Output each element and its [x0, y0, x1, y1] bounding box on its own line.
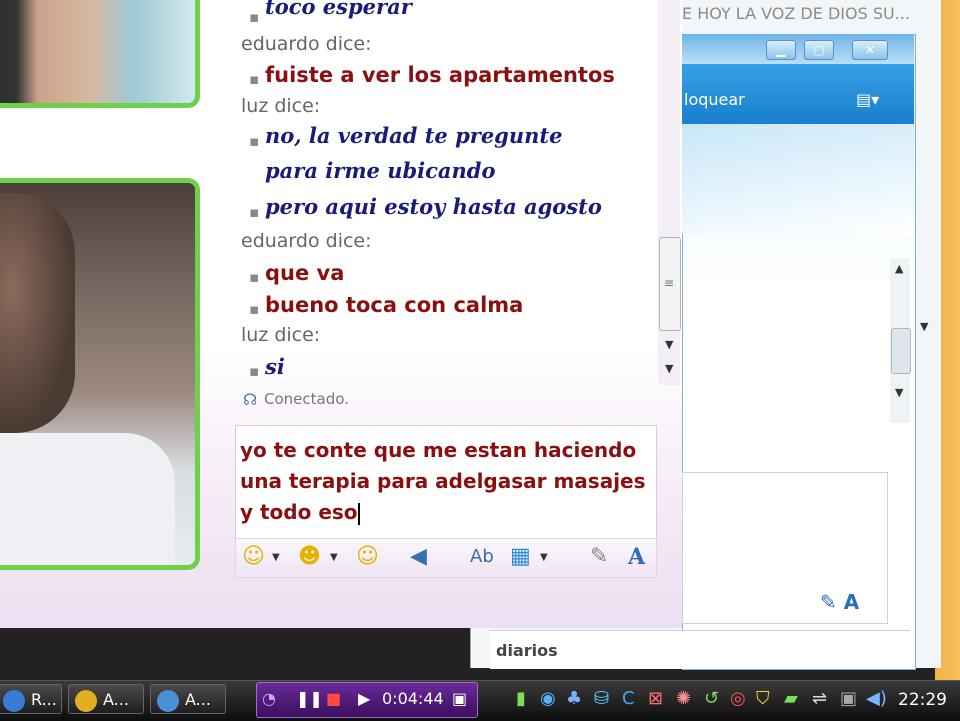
font-icon[interactable]: Ab — [470, 545, 494, 569]
back-window-title: E HOY LA VOZ DE DIOS SU... — [682, 4, 910, 23]
nudge-icon[interactable]: ◀ — [410, 545, 427, 569]
bullet-icon: ▪ — [249, 8, 260, 26]
player-logo-icon: ◔ — [262, 689, 276, 708]
message-input-text[interactable]: yo te conte que me estan haciendo una te… — [240, 435, 650, 528]
sender-line: eduardo dice: — [241, 33, 372, 55]
sender-line: luz dice: — [241, 95, 321, 117]
webcam-status-icon: ☊ — [243, 390, 258, 409]
back-window-banner — [682, 124, 914, 234]
wink-icon[interactable]: ☻ — [298, 545, 321, 569]
sender-line: eduardo dice: — [241, 230, 372, 252]
scroll-grip-icon: ≡ — [664, 276, 675, 290]
chat-message: no, la verdad te pregunte — [265, 123, 563, 148]
clock[interactable]: 22:29 — [898, 690, 947, 710]
app-icon — [157, 689, 179, 712]
network-icon[interactable]: ◉ — [540, 688, 556, 710]
play-icon[interactable]: ▶ — [358, 686, 370, 712]
updater-icon[interactable]: ↺ — [704, 688, 719, 710]
chat-message: si — [265, 354, 285, 379]
stop-icon[interactable]: ■ — [326, 686, 341, 712]
wink-dropdown-icon[interactable]: ▼ — [330, 552, 338, 563]
taskbar-item-label: A... — [185, 690, 211, 709]
maximize-button[interactable]: ▢ — [804, 40, 834, 60]
text-style-icon[interactable]: A — [628, 545, 645, 569]
antivirus-icon[interactable]: ✺ — [676, 688, 691, 710]
player-menu-icon[interactable]: ▣ — [452, 686, 467, 712]
winks-icon[interactable]: ☺ — [356, 545, 379, 569]
connection-icon[interactable]: ⛁ — [594, 688, 609, 710]
target-icon[interactable]: ◎ — [730, 688, 746, 710]
webcam-shirt — [0, 433, 175, 565]
handwriting-icon[interactable]: ✎ — [590, 545, 608, 569]
background-dropdown-icon[interactable]: ▼ — [540, 552, 548, 563]
pause-icon[interactable]: ❚❚ — [296, 686, 323, 712]
nvidia-icon[interactable]: ▰ — [784, 688, 798, 710]
bullet-icon: ▪ — [249, 362, 260, 380]
chat-message: pero aqui estoy hasta agosto — [265, 194, 602, 219]
webcam-face — [0, 193, 75, 433]
bullet-icon: ▪ — [249, 70, 260, 88]
scroll-up-icon[interactable]: ▲ — [895, 262, 903, 275]
close-button[interactable]: ✕ — [852, 40, 888, 60]
volume-icon[interactable]: ◀) — [866, 688, 887, 710]
block-button[interactable]: loquear — [684, 90, 745, 109]
sender-line: luz dice: — [241, 324, 321, 346]
chat-message: toco esperar — [265, 0, 412, 19]
back-status-text: diarios — [496, 641, 558, 660]
safely-remove-icon[interactable]: ⇌ — [812, 688, 827, 710]
back-window-scroll-thumb[interactable] — [891, 328, 911, 374]
taskbar-item[interactable]: A... — [150, 684, 226, 714]
taskbar-item[interactable]: A... — [68, 684, 144, 714]
battery-icon[interactable]: ▮ — [516, 688, 526, 710]
player-time: 0:04:44 — [382, 689, 444, 708]
connection-status: Conectado. — [264, 390, 349, 408]
scroll-down-icon[interactable]: ▼ — [895, 386, 903, 399]
menu-icon[interactable]: ▤▾ — [856, 90, 879, 109]
minimize-button[interactable]: ▁ — [766, 40, 796, 60]
bullet-icon: ▪ — [249, 300, 260, 318]
webcam-contact-image — [0, 0, 195, 103]
smiley-icon[interactable]: ☺ — [242, 545, 265, 569]
chat-message: fuiste a ver los apartamentos — [265, 63, 615, 87]
security-icon[interactable]: ⊠ — [648, 688, 663, 710]
collapse-arrow-icon[interactable]: ▼ — [920, 320, 928, 333]
ccleaner-icon[interactable]: C — [622, 688, 635, 710]
message-input-value[interactable]: yo te conte que me estan haciendo una te… — [240, 438, 646, 524]
taskbar-item-label: A... — [103, 690, 129, 709]
taskbar-item[interactable]: R... — [0, 684, 62, 714]
taskbar-item-label: R... — [31, 690, 57, 709]
app-icon — [75, 689, 97, 712]
chat-message: que va — [265, 261, 345, 285]
shield-icon[interactable]: ⛉ — [756, 688, 770, 710]
device-icon[interactable]: ▣ — [840, 688, 857, 710]
messenger-icon[interactable]: ♣ — [566, 688, 582, 710]
scroll-down-icon[interactable]: ▼ — [665, 338, 673, 351]
webcam-contact-frame — [0, 0, 200, 108]
bullet-icon: ▪ — [249, 203, 260, 221]
chat-message: para irme ubicando — [265, 158, 496, 183]
webcam-self-frame — [0, 178, 200, 570]
chat-message: bueno toca con calma — [265, 293, 524, 317]
bullet-icon: ▪ — [249, 268, 260, 286]
scroll-end-icon[interactable]: ▼ — [665, 362, 673, 375]
text-cursor — [357, 502, 360, 525]
smiley-dropdown-icon[interactable]: ▼ — [272, 552, 280, 563]
bullet-icon: ▪ — [249, 132, 260, 150]
background-icon[interactable]: ▦ — [510, 545, 531, 569]
app-icon — [3, 689, 25, 712]
back-text-style-icon[interactable]: ✎ A — [820, 590, 859, 614]
